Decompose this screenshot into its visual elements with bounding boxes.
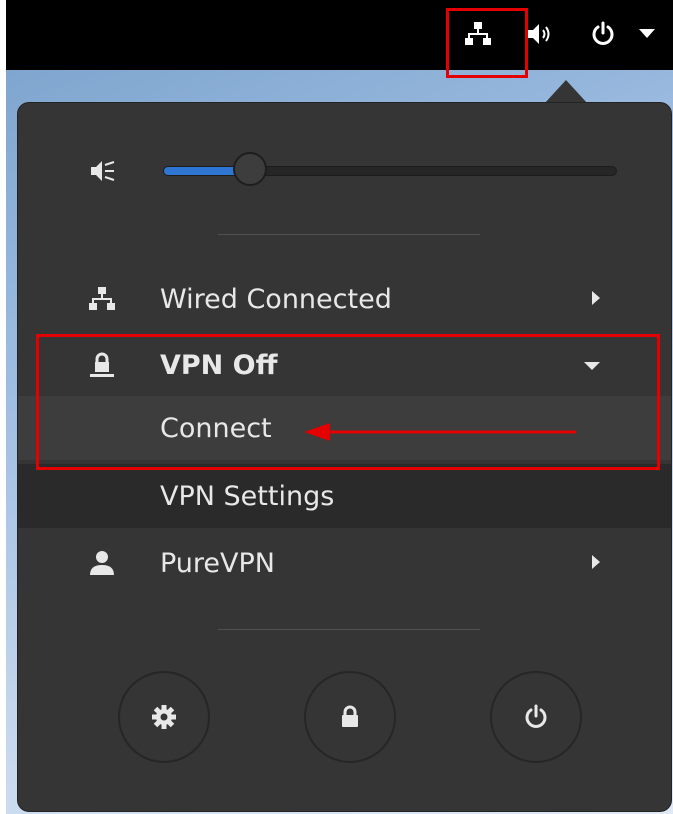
dropdown-arrow-icon [639,29,655,38]
volume-slider[interactable] [163,152,617,186]
top-bar [6,0,673,70]
volume-muted-icon [91,161,115,181]
power-icon [525,704,547,728]
menu-pointer [544,80,588,104]
menu-item-label: Wired Connected [160,283,392,315]
menu-item-label: PureVPN [160,547,275,579]
separator [218,234,480,235]
vpn-icon [90,352,114,377]
menu-item-label: Connect [160,412,272,444]
menu-item-purevpn[interactable]: PureVPN [18,531,671,595]
menu-item-vpn-settings[interactable]: VPN Settings [18,464,671,528]
menu-item-label: VPN Off [160,349,278,381]
volume-row [18,139,671,199]
chevron-down-icon [584,362,600,370]
volume-icon [528,24,550,44]
annotation-arrow [304,423,576,441]
chevron-right-icon [592,555,600,569]
network-wired-icon [465,22,491,45]
lock-button[interactable] [304,671,396,763]
gear-icon [152,705,176,729]
volume-slider-handle[interactable] [232,152,267,186]
network-wired-icon [89,287,115,310]
power-icon [592,21,614,45]
system-action-buttons [18,671,671,765]
topbar-power-indicator[interactable] [581,14,625,54]
menu-item-wired[interactable]: Wired Connected [18,267,671,331]
topbar-menu-arrow[interactable] [632,14,662,54]
menu-item-label: VPN Settings [160,480,335,512]
system-menu: Wired Connected VPN Off Connect VPN Sett… [17,102,672,812]
topbar-volume-indicator[interactable] [518,14,562,54]
settings-button[interactable] [118,671,210,763]
user-icon [90,551,114,575]
chevron-right-icon [592,291,600,305]
separator [218,629,480,630]
power-off-button[interactable] [490,671,582,763]
lock-icon [342,705,358,727]
menu-item-vpn[interactable]: VPN Off [18,333,671,397]
topbar-network-indicator[interactable] [454,14,502,54]
